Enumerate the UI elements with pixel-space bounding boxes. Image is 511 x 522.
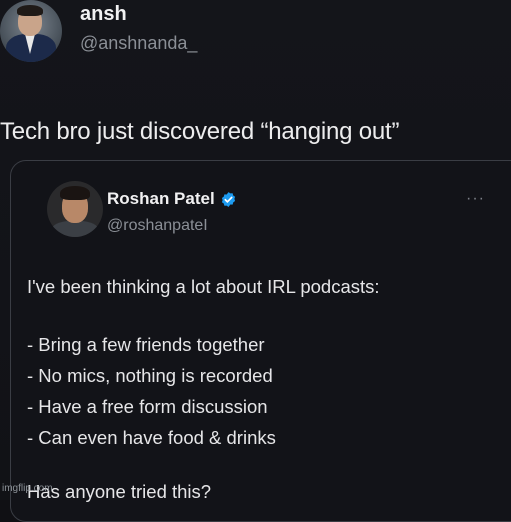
watermark: imgflip.com	[2, 483, 53, 494]
list-item: - Can even have food & drinks	[27, 427, 276, 448]
quote-author-avatar[interactable]	[47, 181, 103, 237]
quote-body: I've been thinking a lot about IRL podca…	[27, 276, 497, 458]
author-handle[interactable]: @anshnanda_	[80, 33, 197, 54]
list-item: - Have a free form discussion	[27, 396, 268, 417]
verified-badge-icon	[221, 191, 235, 207]
quote-name-row: Roshan Patel	[107, 189, 237, 209]
quote-author-name[interactable]: Roshan Patel	[107, 189, 215, 209]
tweet-post: ansh @anshnanda_ Tech bro just discovere…	[0, 0, 511, 522]
list-item: - Bring a few friends together	[27, 334, 265, 355]
author-avatar[interactable]	[0, 0, 62, 62]
more-options-icon[interactable]: ···	[466, 191, 485, 207]
quoted-tweet-card[interactable]: Roshan Patel @roshanpateI ··· I've been …	[10, 160, 511, 522]
quote-intro: I've been thinking a lot about IRL podca…	[27, 276, 380, 297]
post-text: Tech bro just discovered “hanging out”	[0, 118, 400, 145]
author-name[interactable]: ansh	[80, 3, 127, 26]
quote-author-handle[interactable]: @roshanpateI	[107, 217, 208, 235]
list-item: - No mics, nothing is recorded	[27, 365, 273, 386]
